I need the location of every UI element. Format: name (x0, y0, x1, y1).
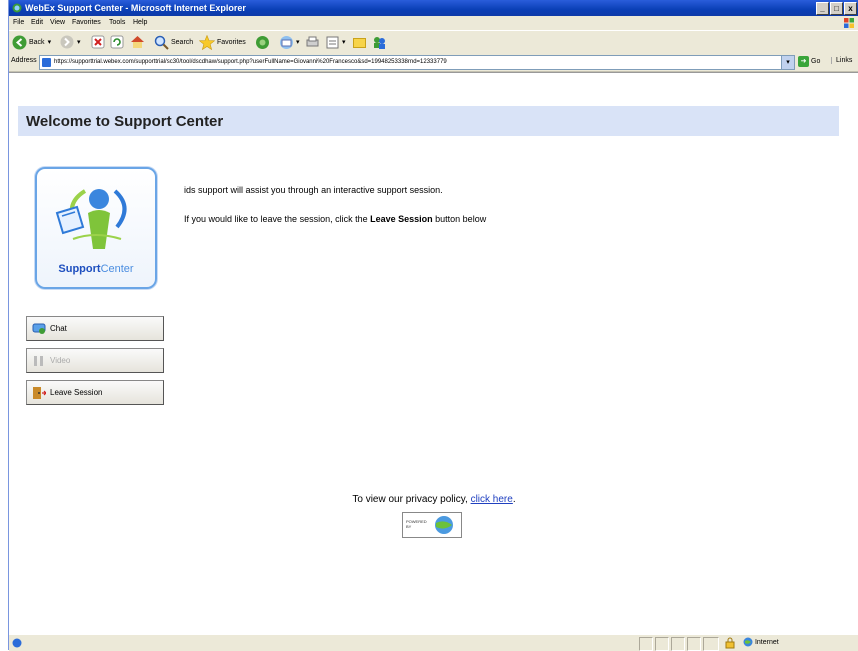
mail-dropdown-icon[interactable]: ▾ (296, 38, 300, 46)
print-button[interactable] (305, 34, 320, 50)
powered-by-badge[interactable]: POWERED BY (402, 512, 462, 538)
page-content: Welcome to Support Center SupportCenter … (9, 72, 858, 635)
status-bar: Internet (9, 634, 858, 651)
address-input[interactable]: https://supporttrial.webex.com/supporttr… (39, 55, 783, 70)
address-bar: Address https://supporttrial.webex.com/s… (9, 53, 858, 72)
page-title: Welcome to Support Center (26, 113, 224, 130)
refresh-button[interactable] (110, 34, 124, 50)
menu-tools[interactable]: Tools (109, 16, 125, 30)
favorites-button[interactable]: Favorites (199, 34, 246, 50)
powered-line2: BY (406, 524, 412, 529)
menu-view[interactable]: View (50, 16, 65, 30)
leave-instructions: If you would like to leave the session, … (184, 214, 487, 224)
chat-button[interactable]: Chat (26, 316, 164, 341)
messenger-people-button[interactable] (372, 34, 387, 50)
title-bar: WebEx Support Center - Microsoft Interne… (9, 0, 858, 16)
stop-button[interactable] (91, 34, 105, 50)
back-dropdown-icon[interactable]: ▾ (48, 38, 52, 46)
media-icon (256, 35, 269, 49)
windows-flag-icon (844, 18, 854, 28)
edit-dropdown-icon[interactable]: ▾ (342, 38, 346, 46)
lock-icon (725, 637, 735, 649)
back-button[interactable]: Back ▾ (12, 34, 51, 50)
security-zone: Internet (743, 637, 853, 649)
maximize-button[interactable]: □ (830, 2, 843, 15)
support-person-icon (55, 189, 127, 249)
video-button[interactable]: Video (26, 348, 164, 373)
minimize-button[interactable]: _ (816, 2, 829, 15)
menu-edit[interactable]: Edit (31, 16, 43, 30)
ie-logo-icon (12, 3, 22, 13)
forward-button[interactable]: ▾ (60, 34, 81, 50)
privacy-link[interactable]: click here (471, 494, 513, 505)
forward-dropdown-icon[interactable]: ▾ (77, 38, 81, 46)
standard-toolbar: Back ▾ ▾ Search Favorites ▾ ▾ (9, 31, 858, 54)
messenger-button[interactable] (352, 34, 367, 50)
globe-icon (743, 637, 753, 647)
search-icon (154, 35, 169, 50)
exit-door-icon (33, 386, 46, 399)
edit-page-icon (326, 36, 339, 48)
page-header: Welcome to Support Center (18, 106, 839, 136)
privacy-notice: To view our privacy policy, click here. (352, 494, 516, 505)
print-icon (306, 36, 319, 46)
home-button[interactable] (130, 34, 145, 50)
chat-icon (32, 323, 46, 334)
folder-icon (353, 37, 366, 48)
mail-icon (280, 35, 293, 49)
menu-help[interactable]: Help (133, 16, 147, 30)
browser-window: WebEx Support Center - Microsoft Interne… (8, 0, 858, 651)
ie-status-icon (12, 638, 22, 648)
leave-session-button[interactable]: Leave Session (26, 380, 164, 405)
video-icon (34, 355, 43, 366)
webex-globe-icon (435, 516, 453, 534)
address-url: https://supporttrial.webex.com/supporttr… (54, 59, 447, 65)
window-title: WebEx Support Center - Microsoft Interne… (25, 3, 246, 13)
star-icon (199, 34, 215, 50)
page-icon (42, 58, 51, 67)
intro-text: ids support will assist you through an i… (184, 185, 443, 195)
stop-icon (91, 35, 105, 49)
close-button[interactable]: x (844, 2, 857, 15)
address-label: Address (11, 57, 37, 64)
menu-favorites[interactable]: Favorites (72, 16, 101, 30)
mail-button[interactable]: ▾ (279, 34, 300, 50)
menu-file[interactable]: File (13, 16, 24, 30)
links-button[interactable]: Links (831, 57, 852, 64)
forward-arrow-icon (60, 35, 74, 49)
menu-bar: File Edit View Favorites Tools Help (9, 16, 858, 31)
refresh-icon (110, 35, 124, 49)
go-button[interactable]: ➜ Go (798, 56, 820, 67)
media-button[interactable] (255, 34, 270, 50)
logo-text: SupportCenter (58, 263, 134, 275)
go-arrow-icon: ➜ (798, 56, 809, 67)
search-button[interactable]: Search (154, 34, 193, 50)
support-center-logo: SupportCenter (35, 167, 157, 289)
back-arrow-icon (12, 35, 27, 49)
home-icon (131, 36, 144, 48)
address-dropdown-icon[interactable]: ▾ (781, 55, 795, 70)
edit-button[interactable]: ▾ (325, 34, 346, 50)
messenger-icon (374, 36, 385, 49)
